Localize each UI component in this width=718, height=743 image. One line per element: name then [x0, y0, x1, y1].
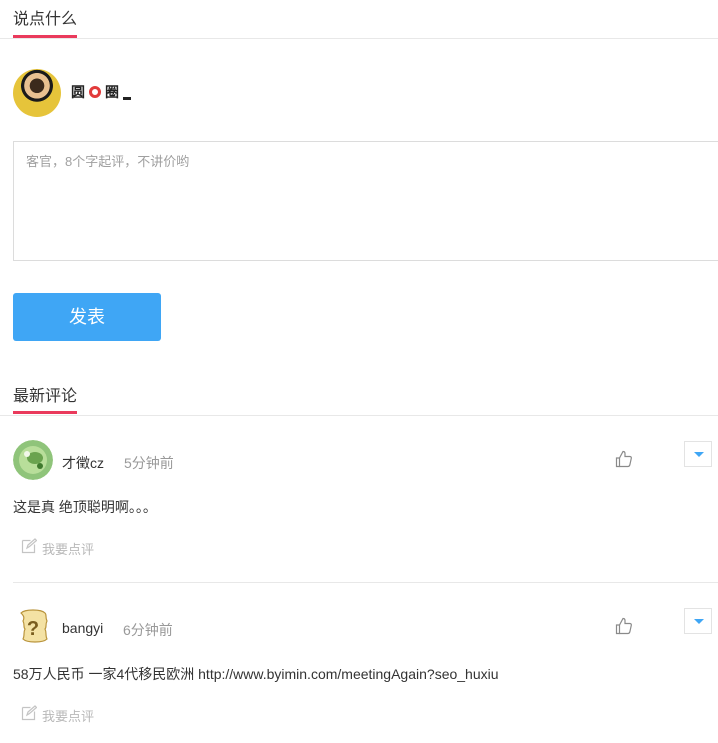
say-section-title: 说点什么 — [13, 11, 78, 28]
latest-comments-rule — [0, 415, 718, 416]
comment-divider — [13, 582, 718, 583]
comment-options-dropdown[interactable] — [684, 608, 712, 634]
comment-options-dropdown[interactable] — [684, 441, 712, 467]
review-link[interactable]: 我要点评 — [42, 539, 94, 558]
current-user-avatar[interactable] — [13, 69, 61, 117]
current-user-name[interactable]: 圆圈 — [71, 82, 131, 102]
comment-username[interactable]: bangyi — [62, 620, 103, 636]
latest-comments-underline — [13, 411, 77, 414]
thumbs-up-icon[interactable] — [615, 450, 633, 468]
review-link[interactable]: 我要点评 — [42, 706, 94, 725]
svg-text:?: ? — [27, 618, 39, 640]
latest-comments-title: 最新评论 — [13, 388, 78, 405]
comment-timestamp: 5分钟前 — [124, 455, 174, 471]
ring-icon — [89, 86, 101, 98]
current-user-name-part2: 圈 — [105, 84, 119, 100]
comment-avatar[interactable]: ? — [13, 607, 53, 647]
comment-text: 这是真 绝顶聪明啊。。。 — [13, 499, 157, 515]
comment-textarea-placeholder: 客官，8个字起评，不讲价哟 — [26, 154, 190, 169]
comment-text: 58万人民币 一家4代移民欧洲 http://www.byimin.com/me… — [13, 666, 499, 682]
current-user-name-part1: 圆 — [71, 84, 85, 100]
comment-username[interactable]: 才徵cz — [62, 453, 104, 473]
comment-textarea[interactable]: 客官，8个字起评，不讲价哟 — [13, 141, 718, 261]
comment-avatar[interactable] — [13, 440, 53, 480]
comment-timestamp: 6分钟前 — [123, 622, 173, 638]
underscore-mark — [123, 97, 131, 100]
edit-icon[interactable] — [21, 705, 38, 721]
thumbs-up-icon[interactable] — [615, 617, 633, 635]
edit-icon[interactable] — [21, 538, 38, 554]
publish-button[interactable]: 发表 — [13, 293, 161, 341]
say-section-rule — [0, 38, 718, 39]
